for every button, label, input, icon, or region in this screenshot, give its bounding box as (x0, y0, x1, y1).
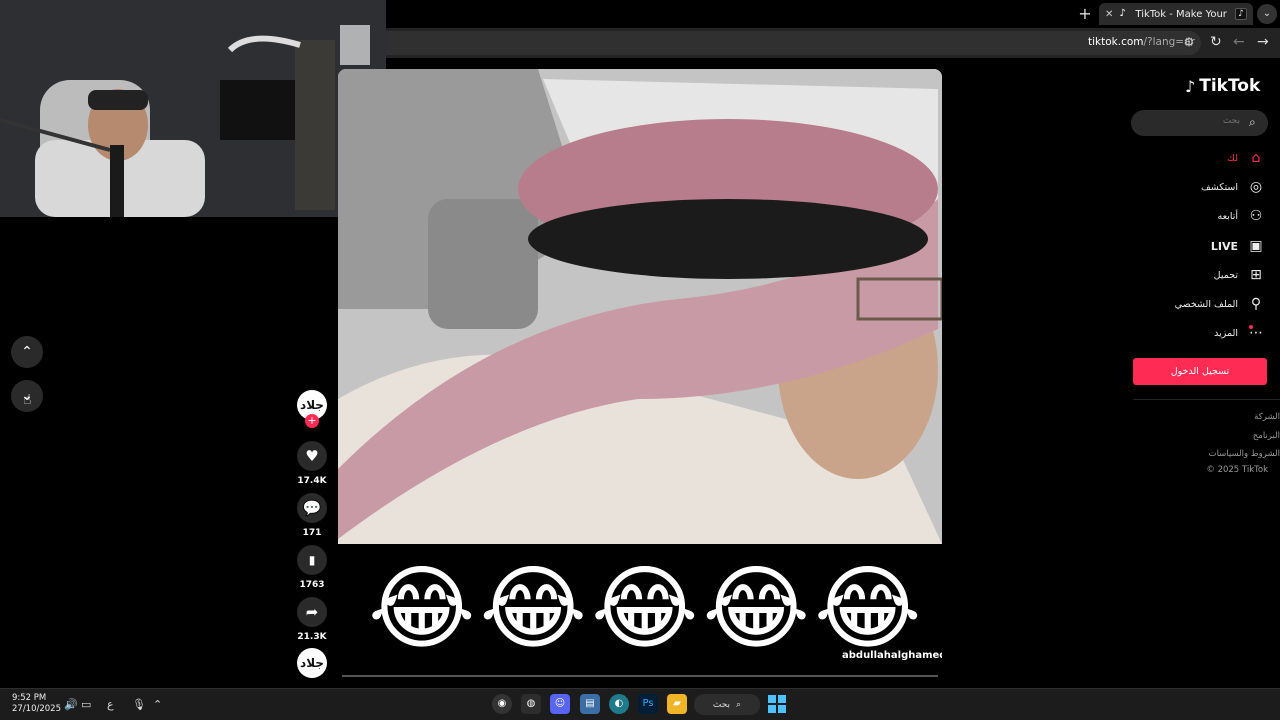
nav-label: المزيد (1214, 327, 1238, 339)
new-tab-button[interactable]: + (1077, 6, 1093, 22)
previous-video-button[interactable]: ⌃ (11, 336, 43, 368)
browser-tab[interactable]: ✕ ♪ TikTok - Make Your Day ♪ (1099, 3, 1253, 25)
laughing-emoji-row: 😂 😂 😂 😂 😂 (368, 554, 922, 664)
footer-terms-link[interactable]: الشروط والسياسات (1209, 449, 1280, 459)
tab-close-icon[interactable]: ✕ (1105, 9, 1113, 20)
taskbar-date[interactable]: 27/10/2025 (12, 704, 61, 714)
comment-icon: 💬 (302, 499, 322, 517)
url-host: tiktok.com (1088, 36, 1144, 48)
nav-label: LIVE (1210, 239, 1238, 253)
share-count: 21.3K (297, 632, 327, 642)
volume-icon[interactable]: 🔊 (64, 698, 78, 711)
chevron-up-icon: ⌃ (21, 344, 33, 360)
url-text[interactable]: tiktok.com/?lang=ar (1088, 36, 1195, 48)
tab-favicon-icon: ♪ (1119, 8, 1126, 19)
taskbar-time[interactable]: 9:52 PM (12, 693, 46, 703)
taskbar-search-label: بحث (712, 699, 731, 710)
display-icon[interactable]: ▭ (81, 698, 91, 711)
live-icon: ▣ (1249, 238, 1263, 254)
back-arrow-icon[interactable]: ← (1233, 34, 1245, 50)
reload-icon[interactable]: ↻ (1210, 34, 1222, 50)
laughing-emoji: 😂 (702, 555, 811, 662)
laughing-emoji: 😂 (814, 555, 922, 662)
save-button[interactable]: ▮ (297, 545, 327, 575)
like-count: 17.4K (297, 476, 327, 486)
video-watermark: abdullahalghamedi0 (842, 650, 942, 661)
nav-for-you[interactable]: لك ⌂ (1227, 148, 1264, 168)
share-icon: ➦ (305, 603, 319, 621)
nav-profile[interactable]: الملف الشخصي ⚲ (1175, 294, 1264, 314)
video-scene (338, 69, 942, 544)
tray-chevron-up-icon[interactable]: ⌃ (153, 698, 162, 711)
compass-icon: ◎ (1249, 179, 1263, 195)
nav-following[interactable]: أتابعه ⚇ (1218, 206, 1265, 226)
nav-label: أتابعه (1217, 210, 1239, 222)
tab-title: TikTok - Make Your Day (1135, 8, 1229, 20)
nav-explore[interactable]: استكشف ◎ (1201, 177, 1264, 197)
heart-icon: ♥ (305, 447, 319, 465)
nav-more[interactable]: المزيد ⋯ (1214, 323, 1264, 343)
video-frame (338, 69, 942, 544)
edge-app-icon[interactable]: ◐ (609, 694, 629, 714)
search-icon[interactable]: ⌕ (1249, 115, 1256, 130)
search-icon: ⌕ (736, 699, 742, 710)
tiktok-logo[interactable]: ♪ TikTok (1185, 76, 1260, 96)
nav-live[interactable]: LIVE ▣ (1211, 236, 1264, 256)
video-progress-bar[interactable] (342, 675, 938, 677)
video-player[interactable]: 😂 😂 😂 😂 😂 abdullahalghamedi0 (338, 69, 942, 677)
taskbar-search[interactable]: بحث ⌕ (694, 694, 760, 715)
footer-copyright: © 2025 TikTok (1206, 465, 1268, 475)
following-icon: ⚇ (1249, 208, 1263, 224)
obs-app-icon[interactable]: ◉ (492, 694, 512, 714)
tiktok-note-icon: ♪ (1185, 76, 1196, 96)
sidebar-divider (1133, 399, 1280, 400)
save-count: 1763 (299, 580, 325, 590)
tiktok-tab-icon: ♪ (1235, 8, 1247, 20)
nav-upload[interactable]: تحميل ⊞ (1214, 265, 1264, 285)
nav-label: تحميل (1213, 269, 1238, 281)
follow-button[interactable]: + (305, 414, 319, 428)
logo-text: TikTok (1199, 76, 1261, 96)
nav-label: استكشف (1200, 181, 1238, 193)
forward-arrow-icon[interactable]: → (1257, 34, 1269, 50)
like-button[interactable]: ♥ (297, 441, 327, 471)
omnibox[interactable] (386, 31, 1201, 55)
notification-dot (1249, 325, 1253, 329)
music-disc-avatar[interactable]: جلاد (297, 648, 327, 678)
task-view-app-icon[interactable]: ▤ (580, 694, 600, 714)
login-button[interactable]: تسجيل الدخول (1133, 358, 1267, 385)
search-input[interactable] (1180, 116, 1240, 126)
chrome-app-icon[interactable]: ◍ (521, 694, 541, 714)
share-button[interactable]: ➦ (297, 597, 327, 627)
home-icon: ⌂ (1251, 150, 1261, 166)
footer-program-link[interactable]: البرنامج (1253, 431, 1280, 441)
footer-company-link[interactable]: الشركة (1254, 412, 1280, 422)
laughing-emoji: 😂 (479, 555, 588, 662)
nav-label: لك (1227, 152, 1238, 164)
photoshop-app-icon[interactable]: Ps (638, 694, 658, 714)
profile-icon: ⚲ (1250, 296, 1262, 312)
discord-app-icon[interactable]: ☺ (550, 694, 570, 714)
webcam-overlay (0, 0, 386, 217)
laughing-emoji: 😂 (591, 555, 699, 662)
comment-count: 171 (302, 528, 322, 538)
file-explorer-app-icon[interactable]: ▰ (667, 694, 687, 714)
microphone-icon[interactable]: 🎙 (132, 698, 146, 711)
site-settings-icon[interactable]: ⚙ (1181, 35, 1197, 51)
windows-start-icon[interactable] (768, 695, 786, 713)
nav-label: الملف الشخصي (1174, 298, 1238, 310)
language-indicator[interactable]: ع (107, 698, 114, 711)
tab-search-button[interactable]: ⌄ (1257, 4, 1277, 24)
laughing-emoji: 😂 (368, 555, 476, 662)
bookmark-icon: ▮ (308, 553, 316, 567)
webcam-scene (0, 0, 386, 217)
mouse-cursor-icon: ☝ (23, 392, 32, 408)
comment-button[interactable]: 💬 (297, 493, 327, 523)
upload-icon: ⊞ (1250, 267, 1262, 283)
